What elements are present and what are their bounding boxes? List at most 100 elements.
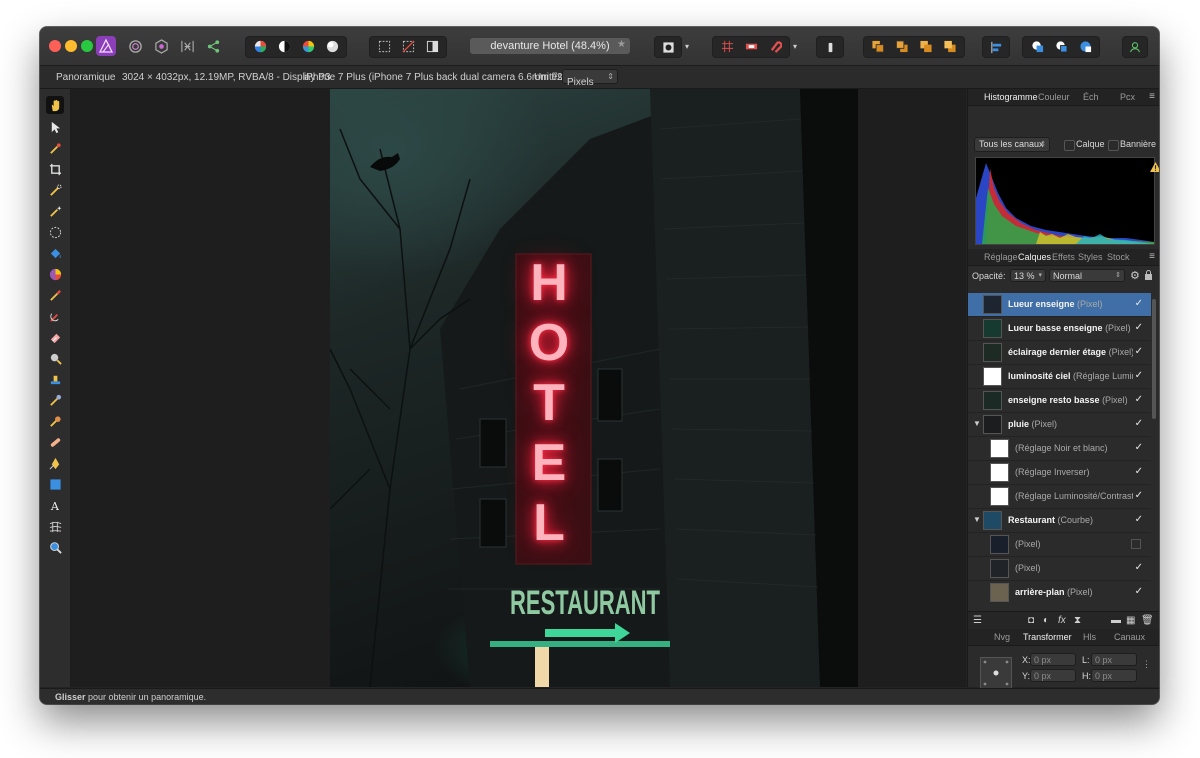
document-image[interactable]: RESTAURANT HOTEL [330,89,858,687]
layer-row[interactable]: arrière-plan (Pixel) ✓ [968,581,1151,603]
move-forward-one-icon[interactable] [919,40,933,56]
tone-map-persona-icon[interactable] [177,36,197,56]
mask-layer-icon[interactable]: ◘ [1028,615,1034,626]
flood-select-tool[interactable] [46,202,64,220]
blur-brush-tool[interactable] [46,391,64,409]
layer-row[interactable]: enseigne resto basse (Pixel) ✓ [968,389,1151,413]
develop-persona-icon[interactable] [151,36,171,56]
gear-icon[interactable]: ⚙ [1130,269,1140,282]
expand-triangle-icon[interactable]: ▼ [973,515,981,524]
banniere-checkbox[interactable] [1108,140,1119,151]
rectangle-tool[interactable] [46,475,64,493]
erase-tool[interactable] [46,328,64,346]
text-tool[interactable]: A [46,496,64,514]
y-field[interactable]: 0 px [1030,669,1076,682]
blend-mode-select[interactable]: Normal ⇕ [1049,269,1125,282]
tab-stock[interactable]: Stock [1107,252,1130,262]
visibility-checkbox[interactable]: ✓ [1135,298,1143,309]
minimize-window-button[interactable] [65,40,77,52]
visibility-checkbox[interactable]: ✓ [1135,442,1143,453]
add-pixel-layer-icon[interactable]: ▦ [1126,615,1135,626]
layer-row[interactable]: (Pixel) ✓ [968,557,1151,581]
snapping-dropdown-chevron-icon[interactable]: ▾ [790,36,800,56]
tab-canaux[interactable]: Canaux [1114,632,1145,642]
mesh-warp-tool[interactable] [46,517,64,535]
layer-row[interactable]: (Pixel) [968,533,1151,557]
dodge-tool[interactable] [46,349,64,367]
height-field[interactable]: 0 px [1091,669,1137,682]
quick-mask-dropdown-chevron-icon[interactable]: ▾ [682,36,692,56]
tab-reglage[interactable]: Réglage [984,252,1018,262]
liquify-persona-icon[interactable] [125,36,145,56]
zoom-tool[interactable] [46,538,64,556]
tab-navigateur[interactable]: Nvg [994,632,1010,642]
subtract-shape-icon[interactable] [1055,40,1068,56]
pen-tool[interactable] [46,454,64,472]
clone-tool[interactable] [46,370,64,388]
marquee-tool[interactable] [46,223,64,241]
layer-row[interactable]: luminosité ciel (Réglage Luminc✓ [968,365,1151,389]
tab-effets[interactable]: Effets [1052,252,1075,262]
layers-scrollbar[interactable] [1152,299,1156,419]
tab-transformer[interactable]: Transformer [1023,632,1072,642]
visibility-checkbox[interactable]: ✓ [1135,514,1143,525]
healing-brush-tool[interactable] [46,433,64,451]
layer-row[interactable]: ▼ pluie (Pixel) ✓ [968,413,1151,437]
hand-tool-toggle-button[interactable] [816,36,844,58]
photo-persona-icon[interactable] [96,36,116,56]
adjustment-layer-icon[interactable]: ◐ [1043,615,1049,626]
tab-pcx[interactable]: Pcx [1120,92,1135,102]
maximize-window-button[interactable] [81,40,93,52]
lock-icon[interactable] [1144,270,1153,282]
width-field[interactable]: 0 px [1091,653,1137,666]
anchor-point-selector[interactable] [980,657,1012,689]
tab-calques[interactable]: Calques [1018,252,1051,262]
layers-stack-icon[interactable]: ☰ [973,615,982,626]
account-button[interactable] [1122,36,1148,58]
assistant-icon[interactable] [745,40,758,56]
panel-menu-icon[interactable]: ≡ [1149,251,1155,262]
visibility-checkbox[interactable]: ✓ [1135,562,1143,573]
star-icon[interactable]: ★ [617,39,626,50]
layers-list[interactable]: Lueur enseigne (Pixel) ✓ Lueur basse ensei… [968,293,1151,603]
tab-histogram[interactable]: Histogramme [984,92,1038,102]
hand-tool[interactable] [46,96,64,114]
layer-row[interactable]: Lueur basse enseigne (Pixel) ✓ [968,317,1151,341]
visibility-checkbox[interactable]: ✓ [1135,394,1143,405]
auto-white-balance-icon[interactable] [326,40,339,56]
opacity-field[interactable]: 13 % ▾ [1010,269,1046,282]
flood-fill-tool[interactable] [46,244,64,262]
calque-checkbox[interactable] [1064,140,1075,151]
tab-styles[interactable]: Styles [1078,252,1103,262]
close-window-button[interactable] [49,40,61,52]
paint-brush-tool[interactable] [46,286,64,304]
align-button[interactable] [982,36,1010,58]
auto-levels-icon[interactable] [254,40,267,56]
visibility-checkbox[interactable]: ✓ [1135,346,1143,357]
visibility-checkbox[interactable]: ✓ [1135,586,1143,597]
layer-row[interactable]: ▼ Restaurant (Courbe) ✓ [968,509,1151,533]
color-replacement-tool[interactable] [46,307,64,325]
visibility-checkbox[interactable] [1131,539,1141,549]
move-to-front-icon[interactable] [943,40,957,56]
visibility-checkbox[interactable]: ✓ [1135,466,1143,477]
smudge-tool[interactable] [46,412,64,430]
gradient-tool[interactable] [46,265,64,283]
auto-colors-icon[interactable] [302,40,315,56]
visibility-checkbox[interactable]: ✓ [1135,490,1143,501]
intersect-shape-icon[interactable] [1079,40,1092,56]
export-persona-icon[interactable] [203,36,223,56]
quick-mask-button[interactable] [654,36,682,58]
units-select[interactable]: Pixels ⇕ [562,69,618,88]
canvas-workspace[interactable]: RESTAURANT HOTEL [71,89,966,687]
invert-selection-icon[interactable] [426,40,439,56]
deselect-icon[interactable] [402,40,415,56]
layer-row[interactable]: (Réglage Noir et blanc) ✓ [968,437,1151,461]
snapping-magnet-icon[interactable] [769,40,783,56]
add-shape-icon[interactable] [1031,40,1044,56]
crop-tool[interactable] [46,160,64,178]
trash-icon[interactable]: 🗑 [1141,615,1154,626]
document-title[interactable]: devanture Hotel (48.4%) ★ [470,38,630,54]
channel-select[interactable]: Tous les canaux ⇕ [974,137,1050,152]
selection-brush-tool[interactable] [46,181,64,199]
